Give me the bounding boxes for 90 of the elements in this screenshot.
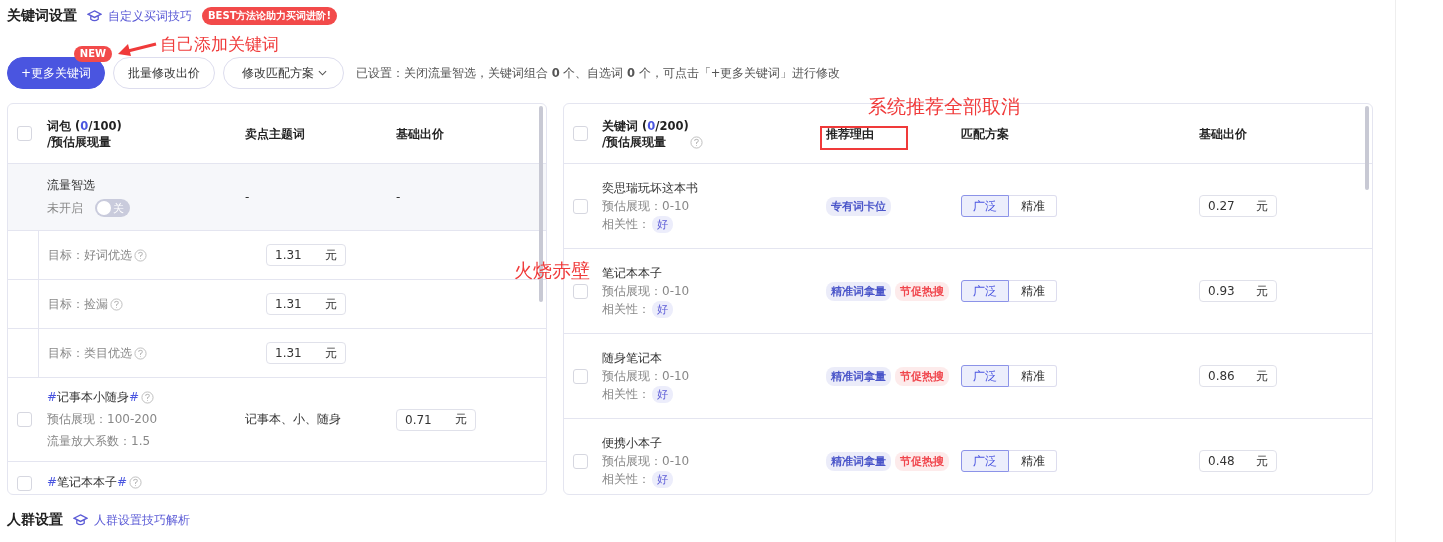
column-header: 关键词 (0/200) /预估展现量 bbox=[602, 117, 689, 150]
match-plan-dropdown[interactable]: 修改匹配方案 bbox=[223, 57, 345, 89]
help-icon[interactable] bbox=[689, 135, 703, 149]
help-icon[interactable] bbox=[134, 248, 147, 262]
relevance-label: 相关性： bbox=[602, 300, 650, 318]
bid-input[interactable]: 0.27 元 bbox=[1199, 195, 1277, 217]
column-header: 卖点主题词 bbox=[245, 126, 305, 141]
column-header: 匹配方案 bbox=[961, 126, 1009, 141]
column-header: 基础出价 bbox=[396, 126, 444, 141]
goal-label: 目标：类目优选 bbox=[48, 344, 132, 362]
row-checkbox[interactable] bbox=[573, 283, 588, 299]
caret-icon bbox=[318, 70, 328, 76]
match-option[interactable]: 精准 bbox=[1009, 195, 1057, 217]
reason-tag: 精准词拿量 bbox=[826, 281, 891, 301]
column-header: 推荐理由 bbox=[826, 126, 874, 141]
match-option[interactable]: 广泛 bbox=[961, 195, 1009, 217]
promo-badge[interactable]: BEST方法论助力买词进阶! bbox=[202, 7, 338, 25]
estimated-impressions: 预估展现：0-10 bbox=[602, 452, 690, 470]
keyword-name: 随身笔记本 bbox=[602, 349, 662, 367]
graduation-cap-icon bbox=[73, 513, 88, 527]
relevance-tag: 好 bbox=[652, 215, 673, 233]
estimated-impressions: 预估展现：100-200 bbox=[47, 411, 158, 428]
annotation-text: 火烧赤壁 bbox=[514, 258, 590, 283]
match-option[interactable]: 精准 bbox=[1009, 365, 1057, 387]
settings-summary: 已设置：关闭流量智选，关键词组合 0 个、自选词 0 个，可点击「+更多关键词」进行修改 bbox=[356, 65, 841, 81]
tips-link[interactable]: 人群设置技巧解析 bbox=[94, 511, 190, 529]
estimated-impressions: 预估展现：0-10 bbox=[602, 197, 690, 215]
status-text: 未开启 bbox=[47, 199, 83, 217]
column-header: 词包 (0/100) /预估展现量 bbox=[47, 118, 122, 149]
help-icon[interactable] bbox=[134, 346, 147, 360]
bid-input[interactable]: 0.86 元 bbox=[1199, 365, 1277, 387]
annotation-text: 自己添加关键词 bbox=[160, 33, 279, 56]
help-icon[interactable] bbox=[110, 297, 123, 311]
relevance-label: 相关性： bbox=[602, 470, 650, 488]
row-checkbox[interactable] bbox=[573, 368, 588, 384]
reason-tag: 精准词拿量 bbox=[826, 366, 891, 386]
relevance-label: 相关性： bbox=[602, 215, 650, 233]
row-checkbox[interactable] bbox=[17, 412, 32, 427]
estimated-impressions: 预估展现：0-10 bbox=[602, 282, 690, 300]
relevance-tag: 好 bbox=[652, 385, 673, 403]
select-all-checkbox[interactable] bbox=[17, 126, 32, 141]
reason-tag: 节促热搜 bbox=[895, 366, 949, 386]
scrollbar[interactable] bbox=[1365, 106, 1369, 190]
relevance-label: 相关性： bbox=[602, 385, 650, 403]
select-all-checkbox[interactable] bbox=[573, 126, 588, 141]
bid-input[interactable]: 0.48 元 bbox=[1199, 450, 1277, 472]
goal-label: 目标：捡漏 bbox=[48, 295, 108, 313]
relevance-tag: 好 bbox=[652, 470, 673, 488]
table-cell-text: - bbox=[245, 190, 251, 204]
add-keywords-button[interactable]: +更多关键词 bbox=[7, 57, 106, 89]
annotation-arrow bbox=[118, 40, 158, 56]
table-cell-text: 记事本、小、随身 bbox=[245, 411, 342, 428]
bid-input[interactable]: 1.31 元 bbox=[266, 244, 346, 266]
reason-tag: 节促热搜 bbox=[895, 451, 949, 471]
match-option[interactable]: 精准 bbox=[1009, 280, 1057, 302]
relevance-tag: 好 bbox=[652, 300, 673, 318]
batch-bid-button[interactable]: 批量修改出价 bbox=[113, 57, 216, 89]
match-option[interactable]: 广泛 bbox=[961, 280, 1009, 302]
estimated-impressions: 预估展现：0-10 bbox=[602, 367, 690, 385]
row-checkbox[interactable] bbox=[573, 453, 588, 469]
bid-input[interactable]: 1.31 元 bbox=[266, 342, 346, 364]
row-checkbox[interactable] bbox=[17, 476, 32, 491]
section-title: 人群设置 bbox=[7, 511, 63, 529]
keyword-name: 笔记本本子 bbox=[602, 264, 662, 282]
tips-link[interactable]: 自定义买词技巧 bbox=[108, 7, 192, 25]
keyword-package-name: #记事本小随身# bbox=[47, 389, 140, 406]
match-option[interactable]: 精准 bbox=[1009, 450, 1057, 472]
help-icon[interactable] bbox=[141, 391, 155, 404]
row-checkbox[interactable] bbox=[573, 198, 588, 214]
bid-input[interactable]: 0.71 元 bbox=[396, 408, 476, 431]
row-title: 流量智选 bbox=[47, 177, 95, 194]
reason-tag: 专有词卡位 bbox=[826, 196, 891, 216]
keyword-name: 便携小本子 bbox=[602, 434, 662, 452]
new-badge: NEW bbox=[73, 46, 113, 62]
match-option[interactable]: 广泛 bbox=[961, 450, 1009, 472]
column-header: 基础出价 bbox=[1199, 126, 1247, 141]
match-option[interactable]: 广泛 bbox=[961, 365, 1009, 387]
graduation-cap-icon bbox=[87, 9, 102, 23]
reason-tag: 精准词拿量 bbox=[826, 451, 891, 471]
section-title: 关键词设置 bbox=[7, 7, 77, 25]
keyword-name: 奕思瑞玩坏这本书 bbox=[602, 179, 698, 197]
keyword-package-name: #笔记本本子# bbox=[47, 474, 128, 491]
annotation-text: 系统推荐全部取消 bbox=[868, 94, 1020, 119]
table-cell-text: - bbox=[396, 190, 402, 204]
bid-input[interactable]: 1.31 元 bbox=[266, 293, 346, 315]
bid-input[interactable]: 0.93 元 bbox=[1199, 280, 1277, 302]
traffic-factor: 流量放大系数：1.5 bbox=[47, 433, 151, 450]
goal-label: 目标：好词优选 bbox=[48, 246, 132, 264]
help-icon[interactable] bbox=[129, 476, 143, 489]
reason-tag: 节促热搜 bbox=[895, 281, 949, 301]
